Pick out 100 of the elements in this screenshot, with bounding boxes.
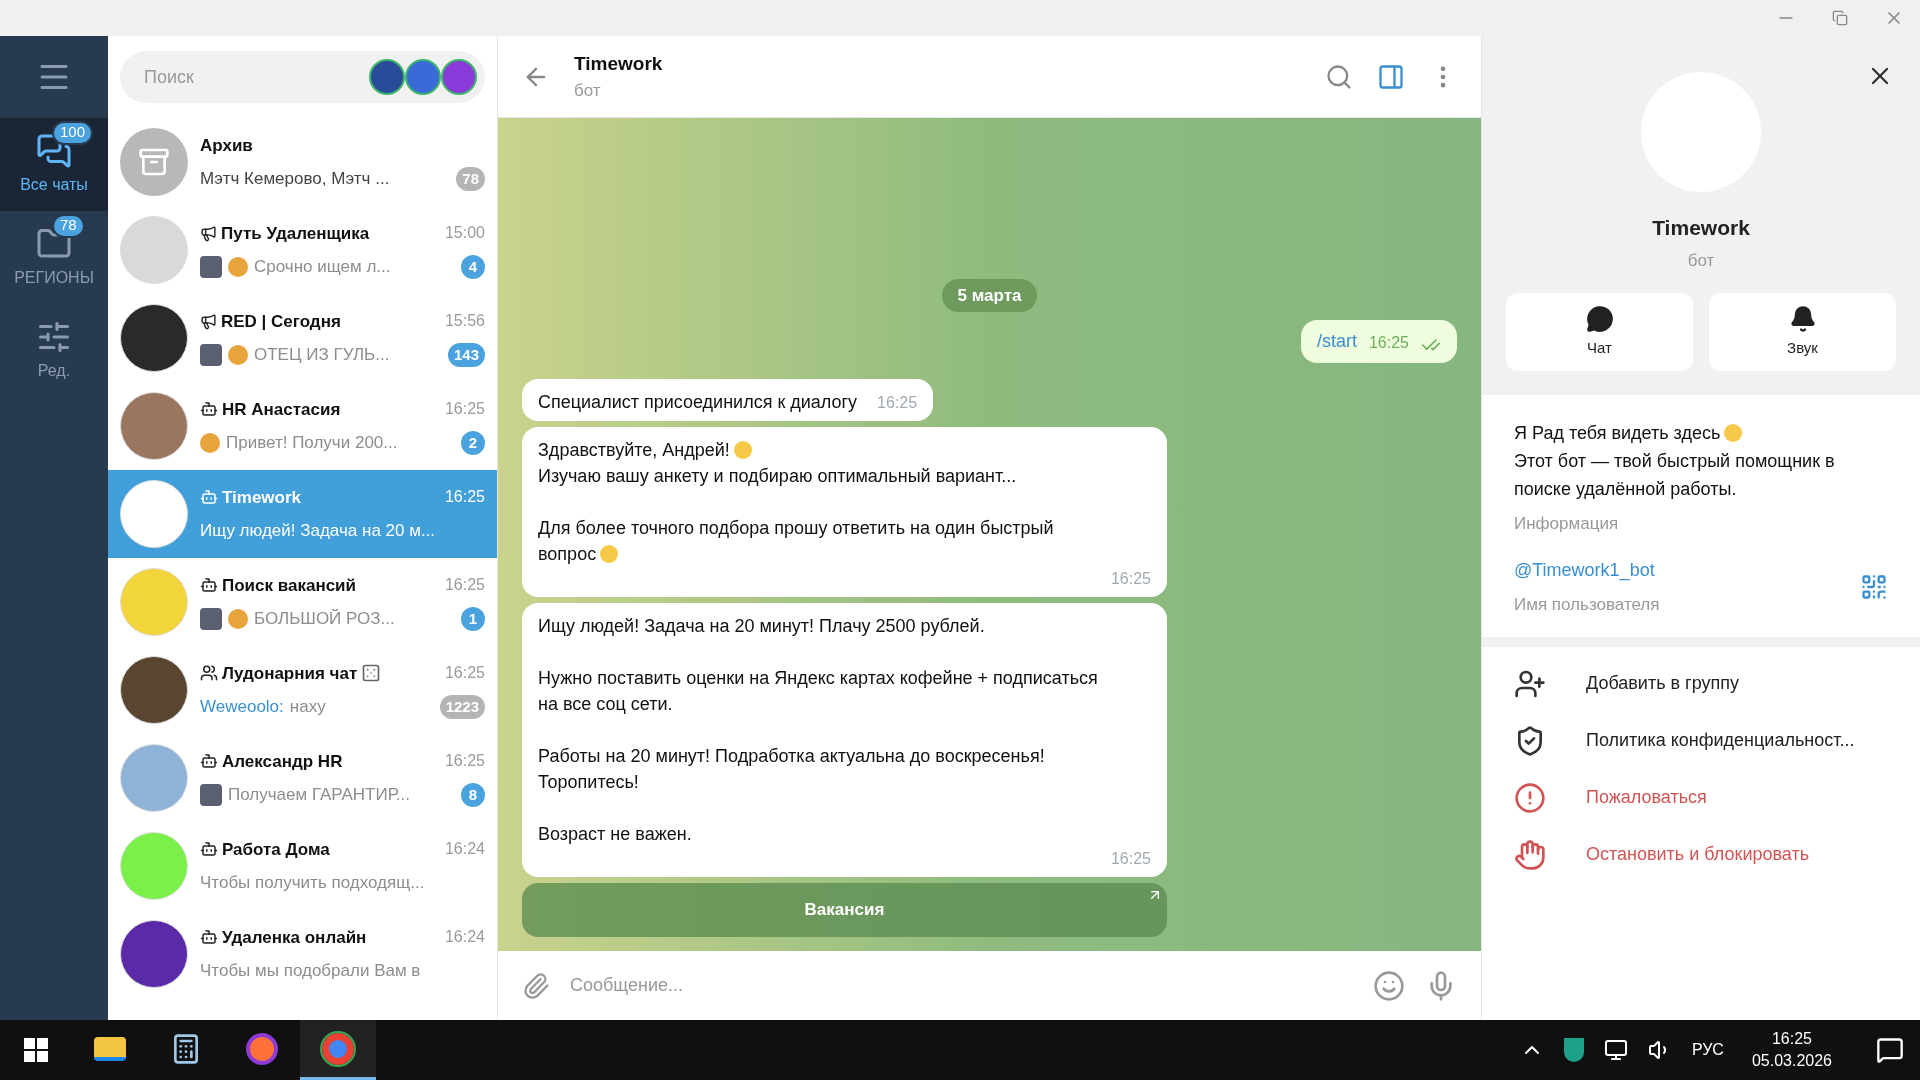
message-time: 16:25 — [1368, 333, 1409, 353]
message-text: Изучаю вашу анкету и подбираю оптимальный вариант... — [538, 465, 1018, 488]
chat-name: Timework — [222, 486, 302, 509]
message-input[interactable]: Сообщение... — [570, 972, 1353, 999]
shield-icon[interactable] — [1563, 1038, 1584, 1062]
profile-menu-item[interactable]: Добавить в группу — [1482, 655, 1920, 712]
bot-icon — [200, 400, 218, 419]
chat-name: Александр HR — [222, 750, 343, 773]
alert-icon — [1514, 781, 1546, 814]
folder-label: Все чаты — [20, 174, 88, 195]
chat-time: 16:25 — [444, 751, 485, 772]
profile-action-button[interactable]: Чат — [1506, 293, 1693, 371]
message-text: Нужно поставить оценки на Яндекс картах кофейне + подписаться на все соц сети. — [538, 667, 1099, 716]
hand-icon — [1514, 838, 1546, 871]
network-icon[interactable] — [1603, 1038, 1628, 1062]
message-preview: Получаем ГАРАНТИР... — [228, 784, 411, 806]
folder-tab[interactable]: Ред. — [0, 304, 108, 397]
message-preview: Привет! Получи 200... — [226, 432, 398, 454]
message-preview: Мэтч Кемерово, Мэтч ... — [200, 168, 390, 190]
unread-badge: 1 — [461, 606, 485, 631]
chat-time: 15:00 — [444, 223, 485, 244]
message-text: Специалист присоединился к диалогу — [538, 391, 858, 414]
restore-icon[interactable] — [1832, 10, 1848, 26]
message-preview: Чтобы получить подходящ... — [200, 872, 425, 894]
info-label: Информация — [1514, 513, 1620, 535]
taskbar-app[interactable] — [300, 1020, 376, 1080]
profile-subtitle: бот — [1687, 249, 1715, 272]
folder-tab[interactable]: 78 РЕГИОНЫ — [0, 211, 108, 304]
megaphone-icon — [200, 224, 217, 242]
sidebar-toggle-icon[interactable] — [1377, 62, 1405, 91]
bell-icon — [1788, 304, 1817, 333]
chat-name: Лудонарния чат — [222, 662, 358, 685]
chat-time: 16:25 — [444, 399, 485, 420]
unread-badge: 8 — [461, 782, 485, 807]
folder-badge: 78 — [52, 213, 85, 238]
windows-logo-icon — [24, 1038, 48, 1062]
profile-menu-item[interactable]: Остановить и блокировать — [1482, 826, 1920, 883]
profile-action-button[interactable]: Звук — [1709, 293, 1896, 371]
message-preview: наху — [289, 696, 326, 718]
chat-title: Timework — [574, 51, 664, 76]
date-pill: 5 марта — [941, 278, 1038, 312]
username-label: Имя пользователя — [1514, 593, 1661, 616]
message-preview: Ищу людей! Задача на 20 м... — [200, 520, 436, 542]
chat-time: 16:25 — [444, 663, 485, 684]
message-text: Для более точного подбора прошу ответить на один быстрый вопрос — [538, 517, 1055, 566]
bot-icon — [200, 840, 218, 859]
chat-name: Путь Удаленщика — [221, 222, 370, 245]
chat-name: HR Анастасия — [222, 398, 341, 421]
chat-name: Архив — [200, 134, 253, 157]
search-icon[interactable] — [1325, 62, 1353, 91]
profile-name: Timework — [1652, 215, 1750, 241]
chat-name: Поиск вакансий — [222, 574, 356, 597]
bot-icon — [200, 928, 218, 947]
message-preview: ОТЕЦ ИЗ ГУЛЬ... — [254, 344, 390, 366]
group-icon — [200, 664, 218, 683]
chat-time: 16:25 — [444, 487, 485, 508]
profile-menu-item[interactable]: Пожаловаться — [1482, 769, 1920, 826]
firefox-icon — [246, 1032, 278, 1065]
message-time: 16:25 — [877, 393, 918, 413]
folder-label: РЕГИОНЫ — [14, 267, 94, 288]
notification-icon[interactable] — [1876, 1036, 1904, 1064]
chat-time: 16:25 — [444, 575, 485, 596]
chat-name: Удаленка онлайн — [222, 926, 367, 949]
message-preview: БОЛЬШОЙ РОЗ... — [254, 608, 395, 630]
bot-icon — [200, 576, 218, 595]
unread-badge: 1223 — [439, 694, 485, 719]
message-time: 16:25 — [1110, 569, 1151, 589]
emoji-icon[interactable] — [1373, 969, 1405, 1002]
language-indicator[interactable]: РУС — [1691, 1038, 1724, 1062]
archive-icon — [138, 146, 170, 178]
unread-badge: 143 — [447, 342, 485, 367]
message-text: Работы на 20 минут! Подработка актуальна до воскресенья! Торопитесь! — [538, 745, 1046, 794]
folder-tab[interactable]: 100 Все чаты — [0, 118, 108, 211]
chat-time: 16:24 — [444, 839, 485, 860]
unread-badge: 78 — [456, 166, 485, 191]
unread-badge: 2 — [461, 430, 485, 455]
message-text: Этот бот — твой быстрый помощник в поиске удалённой работы. — [1514, 450, 1836, 501]
profile-menu-item[interactable]: Политика конфиденциальност... — [1482, 712, 1920, 769]
message-sender: Weweoolo: — [200, 696, 284, 718]
chat-bubble-icon — [1585, 304, 1614, 333]
message-preview: Чтобы мы подобрали Вам в — [200, 960, 421, 982]
message-text: Я Рад тебя видеть здесь — [1514, 419, 1888, 447]
bot-icon — [200, 488, 218, 507]
chat-name: RED | Сегодня — [221, 310, 341, 333]
message-text: Здравствуйте, Андрей! — [538, 437, 1113, 463]
message-text: Ищу людей! Задача на 20 минут! Плачу 2500 рублей. — [538, 615, 986, 638]
attach-icon[interactable] — [522, 971, 550, 1000]
qr-code-icon[interactable] — [1860, 572, 1888, 601]
chat-name: Работа Дома — [222, 838, 330, 861]
clock[interactable]: 16:25 05.03.2026 — [1743, 1028, 1840, 1072]
megaphone-icon — [200, 312, 217, 330]
unread-badge: 4 — [461, 254, 485, 279]
folder-badge: 100 — [52, 120, 94, 145]
message-text: Возраст не важен. — [538, 823, 693, 846]
message-time: 16:25 — [1110, 849, 1151, 869]
file-explorer-icon — [94, 1036, 126, 1061]
chat-subtitle: бот — [574, 80, 602, 102]
message-preview: Срочно ищем л... — [254, 256, 391, 278]
bot-icon — [200, 752, 218, 771]
chrome-icon — [322, 1032, 354, 1065]
